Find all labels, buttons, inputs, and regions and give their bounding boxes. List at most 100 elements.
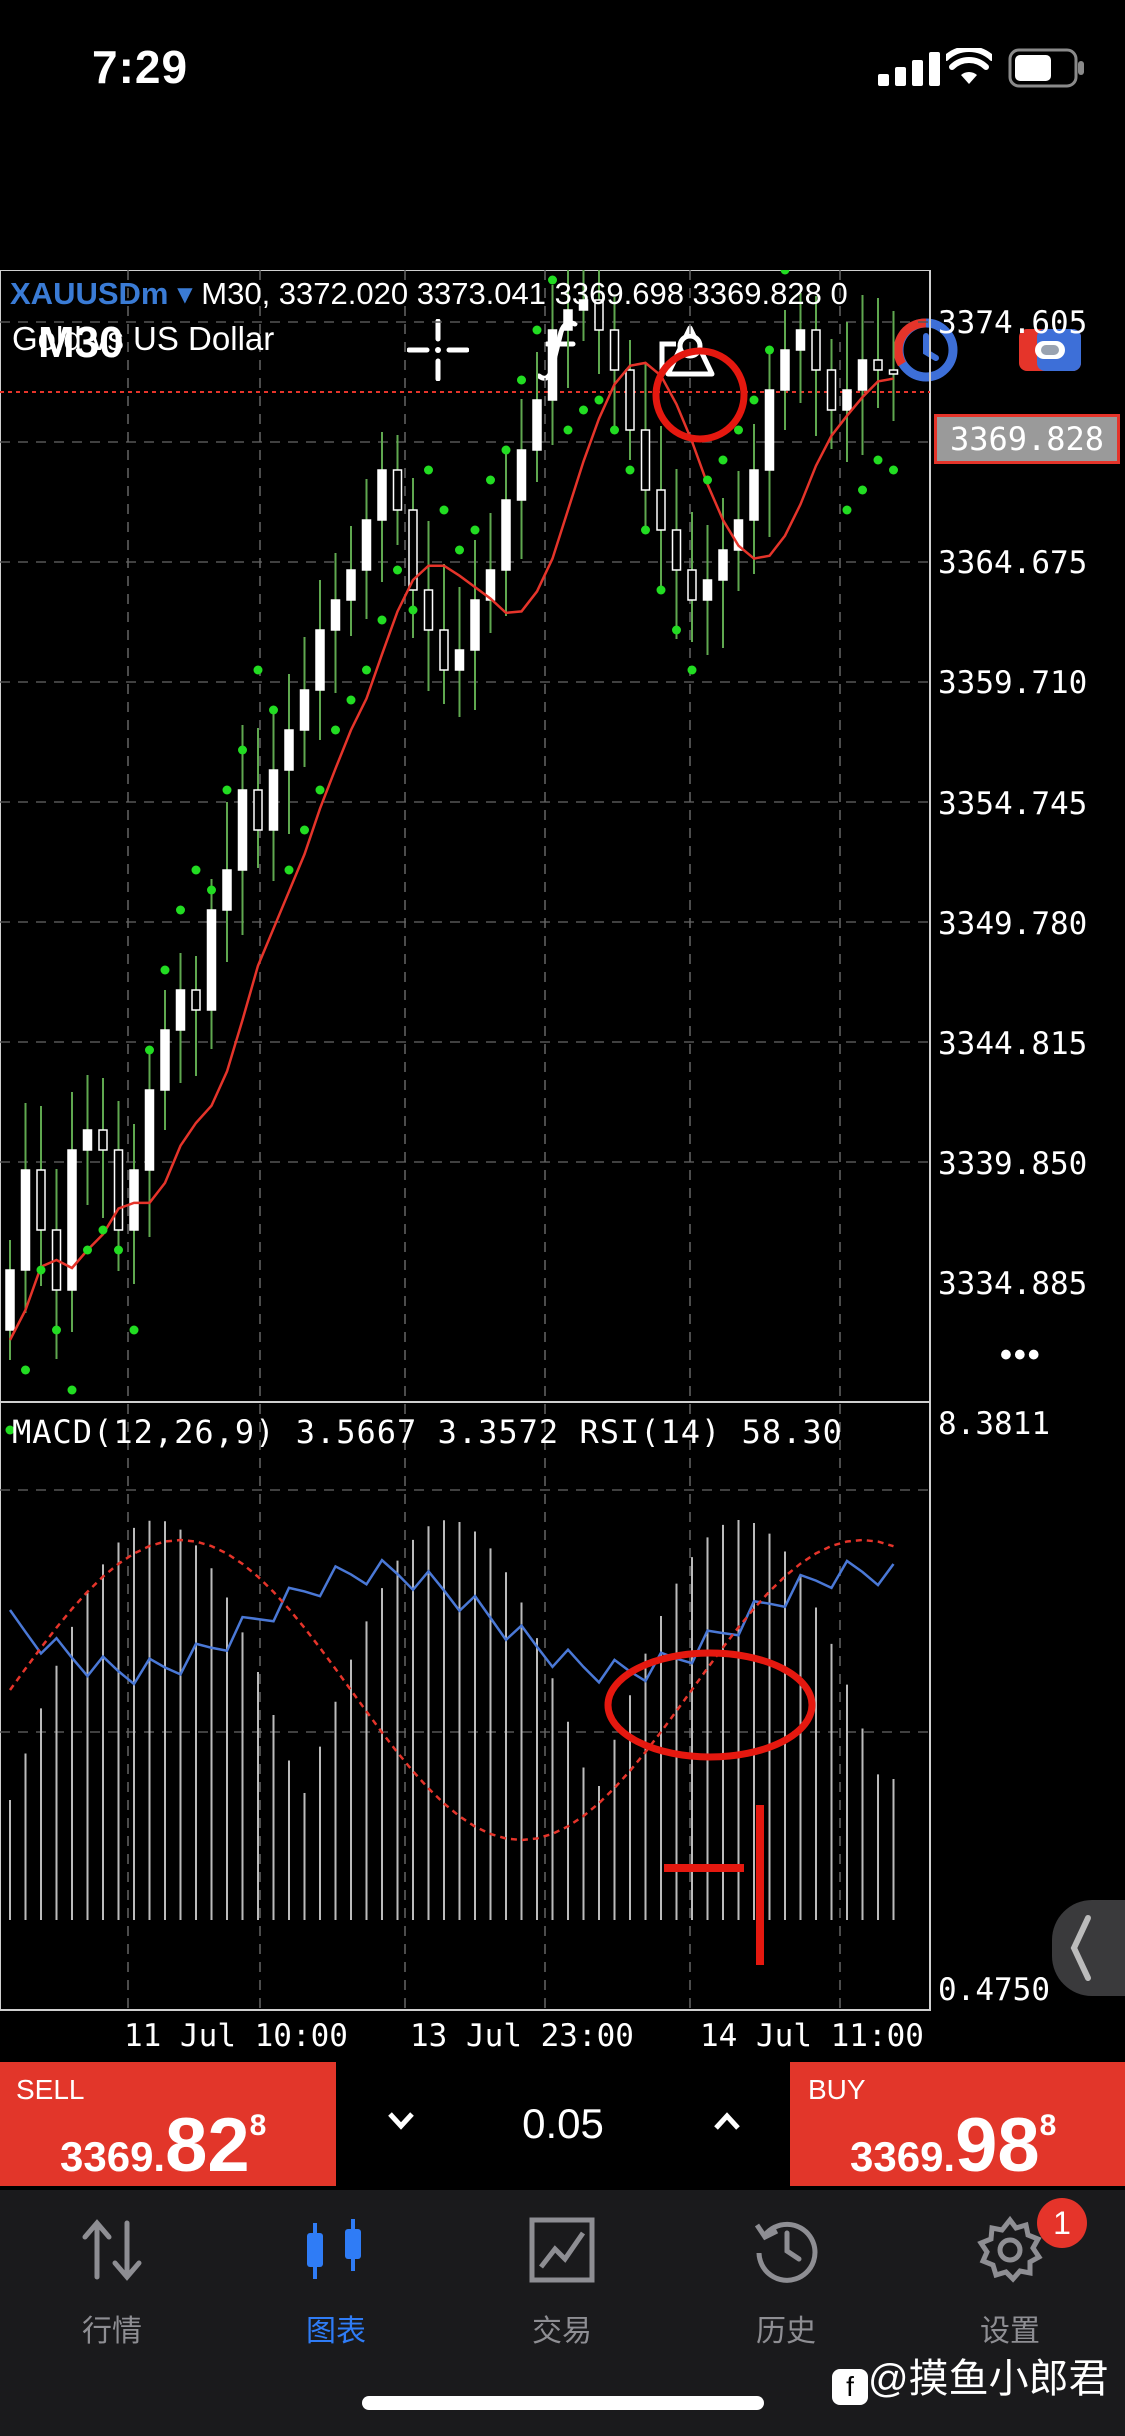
- candle: [5, 1269, 15, 1331]
- candle: [873, 359, 883, 371]
- symbol-label[interactable]: XAUUSDm: [10, 276, 168, 311]
- candle: [392, 469, 403, 511]
- sar-dot: [253, 665, 263, 675]
- candle: [888, 369, 899, 375]
- price-axis-label: 3334.885: [938, 1266, 1088, 1302]
- sar-dot: [501, 445, 511, 455]
- sar-dot: [269, 705, 278, 715]
- candle: [98, 1129, 108, 1151]
- sar-dot: [563, 425, 573, 435]
- tab-chart[interactable]: 图表: [266, 2210, 406, 2350]
- candle: [454, 649, 465, 671]
- sar-dot: [362, 665, 371, 675]
- sar-dot: [780, 270, 790, 275]
- price-axis-label: 3339.850: [938, 1146, 1088, 1182]
- candle: [795, 329, 806, 351]
- sar-dot: [300, 825, 309, 835]
- sar-dot: [641, 525, 650, 535]
- candle: [423, 589, 434, 631]
- sar-dot: [687, 665, 697, 675]
- price-axis-label: 3354.745: [938, 786, 1088, 822]
- settings-badge: 1: [1037, 2198, 1087, 2248]
- candle: [377, 469, 387, 521]
- ohlc-text: M30, 3372.020 3373.041 3369.698 3369.828…: [201, 276, 848, 311]
- sar-dot: [83, 1245, 92, 1255]
- weibo-logo-icon: f: [832, 2369, 868, 2405]
- sar-dot: [36, 1265, 46, 1275]
- price-axis-label: 3344.815: [938, 1026, 1088, 1062]
- history-icon: [754, 2221, 818, 2283]
- candle: [687, 569, 697, 601]
- sar-dot: [408, 605, 418, 615]
- candle: [640, 429, 651, 491]
- sar-dot: [315, 785, 325, 795]
- candle: [609, 329, 620, 371]
- tab-quotes[interactable]: 行情: [42, 2210, 182, 2350]
- side-panel-handle[interactable]: [1052, 1900, 1125, 1996]
- buy-price: 3369.988: [850, 2103, 1057, 2188]
- sell-price: 3369.828: [60, 2103, 267, 2188]
- annotation-ellipse: [604, 1649, 816, 1761]
- candle: [532, 399, 542, 451]
- candle: [160, 1029, 170, 1091]
- candle: [299, 689, 310, 731]
- sar-dot: [207, 885, 216, 895]
- sar-dot: [393, 565, 402, 575]
- home-indicator: [362, 2396, 764, 2410]
- trade-icon: [529, 2217, 595, 2283]
- candle: [563, 309, 573, 331]
- sar-dot: [486, 475, 495, 485]
- sar-dot: [656, 585, 666, 595]
- candle: [470, 599, 480, 651]
- volume-up-icon[interactable]: [712, 2106, 742, 2136]
- sar-dot: [672, 625, 681, 635]
- sar-dot: [67, 1385, 77, 1395]
- candle: [547, 329, 558, 401]
- candle: [439, 629, 449, 671]
- sar-dot: [238, 745, 247, 755]
- moving-average-line: [8, 361, 894, 1341]
- candle: [857, 359, 868, 391]
- tab-trade[interactable]: 交易: [492, 2210, 632, 2350]
- sar-dot: [222, 785, 232, 795]
- sar-dot: [331, 725, 340, 735]
- chart-frame: [0, 270, 931, 2011]
- time-axis-label: 11 Jul 10:00: [124, 2018, 348, 2054]
- battery-icon: [1008, 48, 1084, 88]
- sar-dot: [718, 455, 728, 465]
- symbol-dropdown-icon[interactable]: ▾: [177, 276, 193, 311]
- candle: [780, 349, 790, 391]
- signal-line: [8, 1538, 894, 1842]
- candle: [826, 369, 837, 411]
- sar-dot: [160, 965, 170, 975]
- candle: [671, 529, 682, 571]
- price-axis-label: 3374.605: [938, 305, 1088, 341]
- candle: [764, 389, 775, 471]
- chart-toolbar: M30: [0, 150, 1125, 382]
- more-menu-icon[interactable]: •••: [1000, 1336, 1042, 1375]
- tab-history[interactable]: 历史: [716, 2210, 856, 2350]
- indicator-axis-top: 8.3811: [938, 1406, 1050, 1442]
- candle: [206, 909, 217, 1011]
- sar-dot: [21, 1365, 30, 1375]
- buy-button[interactable]: BUY 3369.988: [790, 2062, 1125, 2188]
- indicator-header: MACD(12,26,9) 3.5667 3.3572 RSI(14) 58.3…: [12, 1413, 843, 1451]
- sell-button[interactable]: SELL 3369.828: [0, 2062, 336, 2188]
- candle: [749, 469, 759, 521]
- sar-dot: [114, 1245, 123, 1255]
- quotes-icon: [82, 2219, 142, 2281]
- status-time: 7:29: [92, 41, 189, 93]
- candle: [36, 1169, 46, 1231]
- candle: [222, 869, 232, 911]
- sar-dot: [98, 1225, 108, 1235]
- sar-dot: [610, 425, 619, 435]
- sar-dot: [842, 505, 852, 515]
- price-axis-label: 3349.780: [938, 906, 1088, 942]
- candle: [113, 1149, 124, 1231]
- settings-icon: [977, 2215, 1043, 2283]
- sar-dot: [517, 375, 526, 385]
- candle: [284, 729, 294, 771]
- chart-candles-icon: [307, 2219, 361, 2279]
- candle: [842, 389, 852, 411]
- macd-line: [8, 1558, 895, 1686]
